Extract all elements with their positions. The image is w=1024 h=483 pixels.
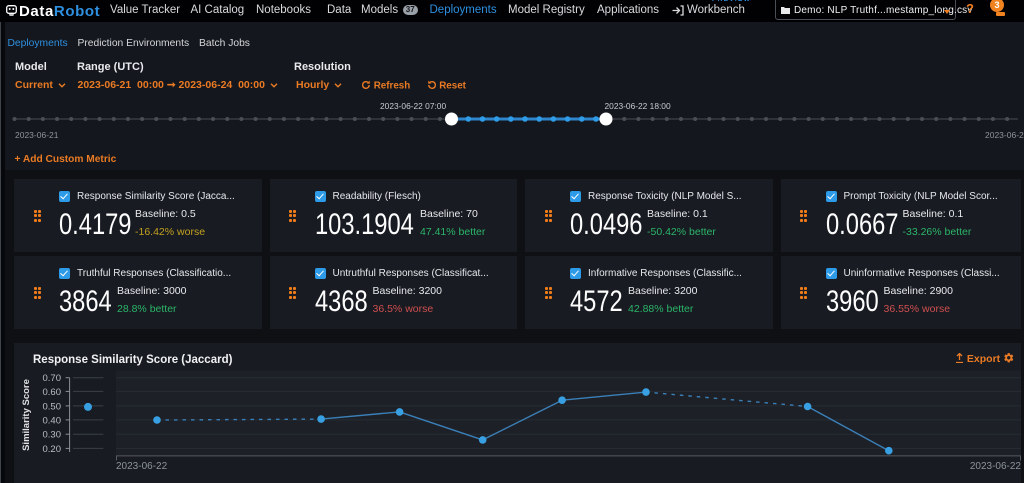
svg-text:0.30: 0.30 xyxy=(43,430,62,441)
svg-text:0.20: 0.20 xyxy=(43,444,62,455)
svg-text:0.60: 0.60 xyxy=(43,387,62,398)
svg-text:2023-06-22: 2023-06-22 xyxy=(116,461,168,472)
svg-text:2023-06-22: 2023-06-22 xyxy=(970,461,1021,472)
svg-text:0.50: 0.50 xyxy=(43,401,62,412)
svg-text:0.40: 0.40 xyxy=(43,415,62,426)
svg-text:Similarity Score: Similarity Score xyxy=(21,379,32,451)
svg-text:0.70: 0.70 xyxy=(43,373,62,384)
